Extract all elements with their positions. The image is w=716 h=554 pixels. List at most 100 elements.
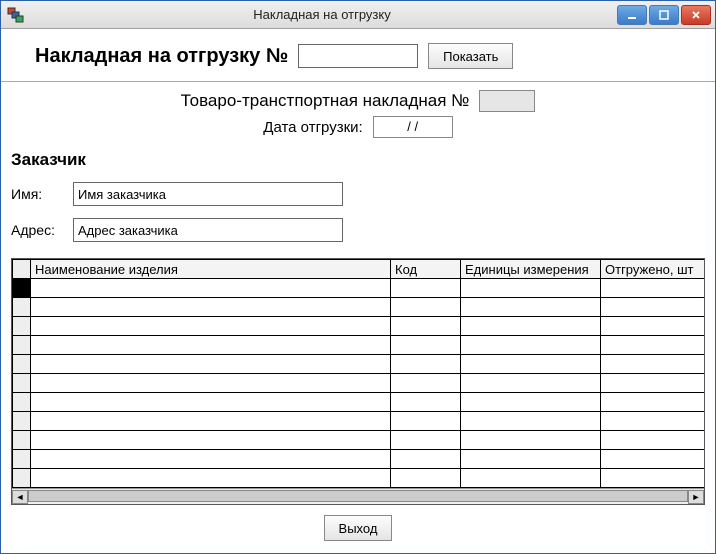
- row-selector[interactable]: [13, 374, 31, 393]
- row-selector-header: [13, 260, 31, 279]
- titlebar[interactable]: Накладная на отгрузку: [1, 1, 715, 29]
- table-row[interactable]: [13, 355, 705, 374]
- table-cell[interactable]: [31, 412, 391, 431]
- row-selector[interactable]: [13, 393, 31, 412]
- table-cell[interactable]: [31, 393, 391, 412]
- table-cell[interactable]: [391, 374, 461, 393]
- table-row[interactable]: [13, 431, 705, 450]
- table-cell[interactable]: [461, 450, 601, 469]
- table-cell[interactable]: [461, 374, 601, 393]
- table-row[interactable]: [13, 374, 705, 393]
- row-selector[interactable]: [13, 298, 31, 317]
- table-cell[interactable]: [31, 374, 391, 393]
- table-row[interactable]: [13, 412, 705, 431]
- table-cell[interactable]: [461, 298, 601, 317]
- row-selector[interactable]: [13, 469, 31, 488]
- show-button[interactable]: Показать: [428, 43, 513, 69]
- table-cell[interactable]: [31, 450, 391, 469]
- items-table[interactable]: Наименование изделия Код Единицы измерен…: [12, 259, 704, 488]
- table-cell[interactable]: [391, 431, 461, 450]
- row-selector[interactable]: [13, 336, 31, 355]
- row-selector[interactable]: [13, 412, 31, 431]
- table-cell[interactable]: [601, 374, 705, 393]
- table-cell[interactable]: [601, 450, 705, 469]
- customer-name-row: Имя:: [11, 182, 705, 206]
- table-cell[interactable]: [31, 317, 391, 336]
- table-row[interactable]: [13, 450, 705, 469]
- close-button[interactable]: [681, 5, 711, 25]
- exit-button[interactable]: Выход: [324, 515, 393, 541]
- table-cell[interactable]: [391, 336, 461, 355]
- col-unit[interactable]: Единицы измерения: [461, 260, 601, 279]
- table-cell[interactable]: [461, 393, 601, 412]
- invoice-number-label: Накладная на отгрузку №: [35, 45, 288, 68]
- scroll-right-icon[interactable]: ►: [688, 490, 704, 504]
- ttn-label: Товаро-транстпортная накладная №: [181, 91, 470, 111]
- row-selector[interactable]: [13, 317, 31, 336]
- table-cell[interactable]: [601, 317, 705, 336]
- separator: [1, 81, 715, 82]
- table-cell[interactable]: [391, 355, 461, 374]
- table-cell[interactable]: [461, 279, 601, 298]
- scroll-left-icon[interactable]: ◄: [12, 490, 28, 504]
- table-cell[interactable]: [391, 298, 461, 317]
- items-grid[interactable]: Наименование изделия Код Единицы измерен…: [11, 258, 705, 505]
- table-cell[interactable]: [601, 469, 705, 488]
- table-cell[interactable]: [31, 279, 391, 298]
- table-cell[interactable]: [601, 279, 705, 298]
- table-cell[interactable]: [391, 279, 461, 298]
- table-cell[interactable]: [391, 393, 461, 412]
- table-cell[interactable]: [391, 412, 461, 431]
- table-cell[interactable]: [31, 431, 391, 450]
- table-cell[interactable]: [461, 355, 601, 374]
- table-cell[interactable]: [461, 431, 601, 450]
- scroll-thumb[interactable]: [28, 490, 688, 502]
- table-cell[interactable]: [461, 317, 601, 336]
- customer-address-input[interactable]: [73, 218, 343, 242]
- table-cell[interactable]: [461, 336, 601, 355]
- col-name[interactable]: Наименование изделия: [31, 260, 391, 279]
- table-cell[interactable]: [31, 298, 391, 317]
- minimize-button[interactable]: [617, 5, 647, 25]
- db-icon: [7, 6, 25, 24]
- table-row[interactable]: [13, 317, 705, 336]
- invoice-number-input[interactable]: [298, 44, 418, 68]
- table-cell[interactable]: [391, 469, 461, 488]
- table-cell[interactable]: [461, 469, 601, 488]
- table-cell[interactable]: [601, 393, 705, 412]
- table-cell[interactable]: [601, 336, 705, 355]
- table-row[interactable]: [13, 469, 705, 488]
- table-cell[interactable]: [601, 355, 705, 374]
- window-controls: [617, 5, 711, 25]
- table-cell[interactable]: [601, 298, 705, 317]
- row-selector[interactable]: [13, 431, 31, 450]
- table-cell[interactable]: [31, 469, 391, 488]
- content-area: Накладная на отгрузку № Показать Товаро-…: [1, 29, 715, 553]
- row-selector[interactable]: [13, 450, 31, 469]
- ship-date-label: Дата отгрузки:: [263, 119, 362, 136]
- table-row[interactable]: [13, 336, 705, 355]
- table-header-row: Наименование изделия Код Единицы измерен…: [13, 260, 705, 279]
- table-cell[interactable]: [601, 431, 705, 450]
- table-cell[interactable]: [31, 336, 391, 355]
- table-cell[interactable]: [31, 355, 391, 374]
- table-cell[interactable]: [461, 412, 601, 431]
- table-row[interactable]: [13, 298, 705, 317]
- col-code[interactable]: Код: [391, 260, 461, 279]
- row-selector[interactable]: [13, 279, 31, 298]
- app-window: Накладная на отгрузку Накладная на отгру…: [0, 0, 716, 554]
- ttn-block: Товаро-транстпортная накладная № Дата от…: [11, 90, 705, 138]
- table-row[interactable]: [13, 393, 705, 412]
- col-qty[interactable]: Отгружено, шт: [601, 260, 705, 279]
- customer-address-label: Адрес:: [11, 222, 63, 238]
- invoice-header: Накладная на отгрузку № Показать: [11, 35, 705, 79]
- table-cell[interactable]: [391, 317, 461, 336]
- row-selector[interactable]: [13, 355, 31, 374]
- table-row[interactable]: [13, 279, 705, 298]
- ship-date-input[interactable]: / /: [373, 116, 453, 138]
- maximize-button[interactable]: [649, 5, 679, 25]
- customer-name-input[interactable]: [73, 182, 343, 206]
- table-cell[interactable]: [391, 450, 461, 469]
- horizontal-scrollbar[interactable]: ◄ ►: [12, 488, 704, 504]
- table-cell[interactable]: [601, 412, 705, 431]
